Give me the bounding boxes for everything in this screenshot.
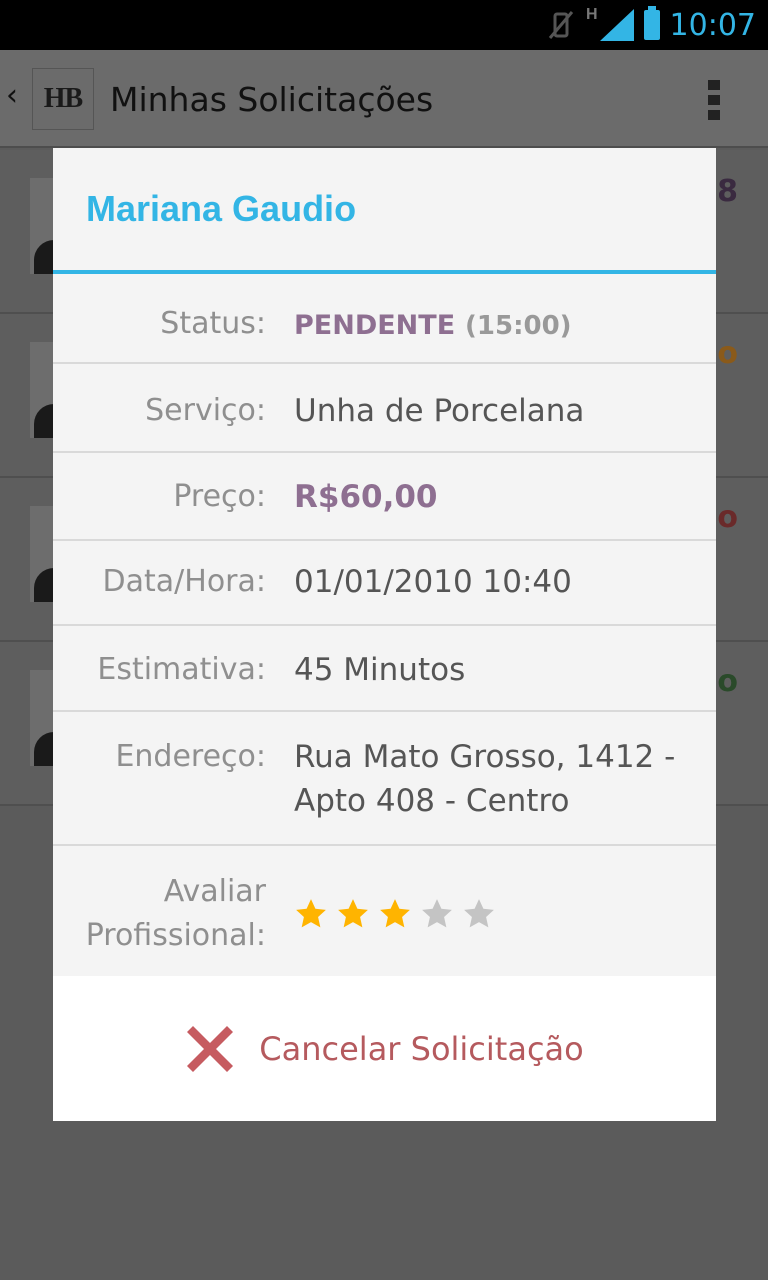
estimate-label: Estimativa: [97, 652, 266, 687]
network-type: H [585, 6, 598, 23]
status-value: PENDENTE [294, 310, 456, 341]
status-label: Status: [160, 306, 266, 341]
price-label: Preço: [173, 479, 266, 514]
battery-icon [643, 6, 660, 40]
star-empty-icon[interactable] [420, 897, 454, 931]
cancel-label: Cancelar Solicitação [259, 1029, 584, 1068]
service-value: Unha de Porcelana [294, 393, 585, 429]
dialog-header: Mariana Gaudio [53, 148, 716, 274]
page-title: Minhas Solicitações [110, 80, 434, 119]
datetime-value: 01/01/2010 10:40 [294, 564, 572, 600]
rating-value [294, 870, 684, 976]
star-filled-icon[interactable] [378, 897, 412, 931]
status-row: Status: PENDENTE (15:00) [53, 274, 716, 364]
datetime-row: Data/Hora: 01/01/2010 10:40 [53, 541, 716, 626]
list-item-mark: o [717, 664, 738, 699]
request-details-dialog: Mariana Gaudio Status: PENDENTE (15:00) … [53, 148, 716, 1121]
address-row: Endereço: Rua Mato Grosso, 1412 - Apto 4… [53, 712, 716, 846]
estimate-value: 45 Minutos [294, 652, 466, 688]
cancel-x-icon [187, 1025, 234, 1072]
rating-label: Avaliar Profissional: [53, 870, 266, 976]
list-item-mark: 8 [717, 174, 738, 209]
star-filled-icon[interactable] [336, 897, 370, 931]
status-icons: H 10:07 [546, 6, 756, 44]
price-row: Preço: R$60,00 [53, 453, 716, 541]
address-value: Rua Mato Grosso, 1412 - Apto 408 - Centr… [294, 739, 676, 819]
star-filled-icon[interactable] [294, 897, 328, 931]
action-bar: ‹ HB Minhas Solicitações [0, 50, 768, 148]
estimate-row: Estimativa: 45 Minutos [53, 626, 716, 712]
list-item-mark: o [717, 500, 738, 535]
status-time: (15:00) [465, 311, 572, 341]
star-rating[interactable] [294, 892, 684, 936]
rating-row: Avaliar Profissional: [53, 846, 716, 976]
service-row: Serviço: Unha de Porcelana [53, 364, 716, 453]
dialog-title: Mariana Gaudio [86, 188, 357, 229]
datetime-label: Data/Hora: [102, 564, 266, 599]
back-chevron-icon[interactable]: ‹ [6, 78, 18, 113]
app-logo[interactable]: HB [32, 68, 94, 130]
clock: 10:07 [669, 7, 756, 43]
rating-label-line1: Avaliar [163, 874, 266, 909]
cancel-button[interactable]: Cancelar Solicitação [53, 976, 716, 1121]
vibrate-off-icon [548, 11, 574, 39]
rating-label-line2: Profissional: [85, 918, 266, 953]
status-bar: H 10:07 [0, 0, 768, 50]
price-value: R$60,00 [294, 479, 438, 515]
address-label: Endereço: [115, 739, 266, 774]
signal-icon [599, 9, 634, 41]
service-label: Serviço: [145, 393, 266, 428]
list-item-mark: o [717, 336, 738, 371]
overflow-menu-icon[interactable] [708, 80, 720, 120]
star-empty-icon[interactable] [462, 897, 496, 931]
status-value-group: PENDENTE (15:00) [294, 302, 684, 362]
